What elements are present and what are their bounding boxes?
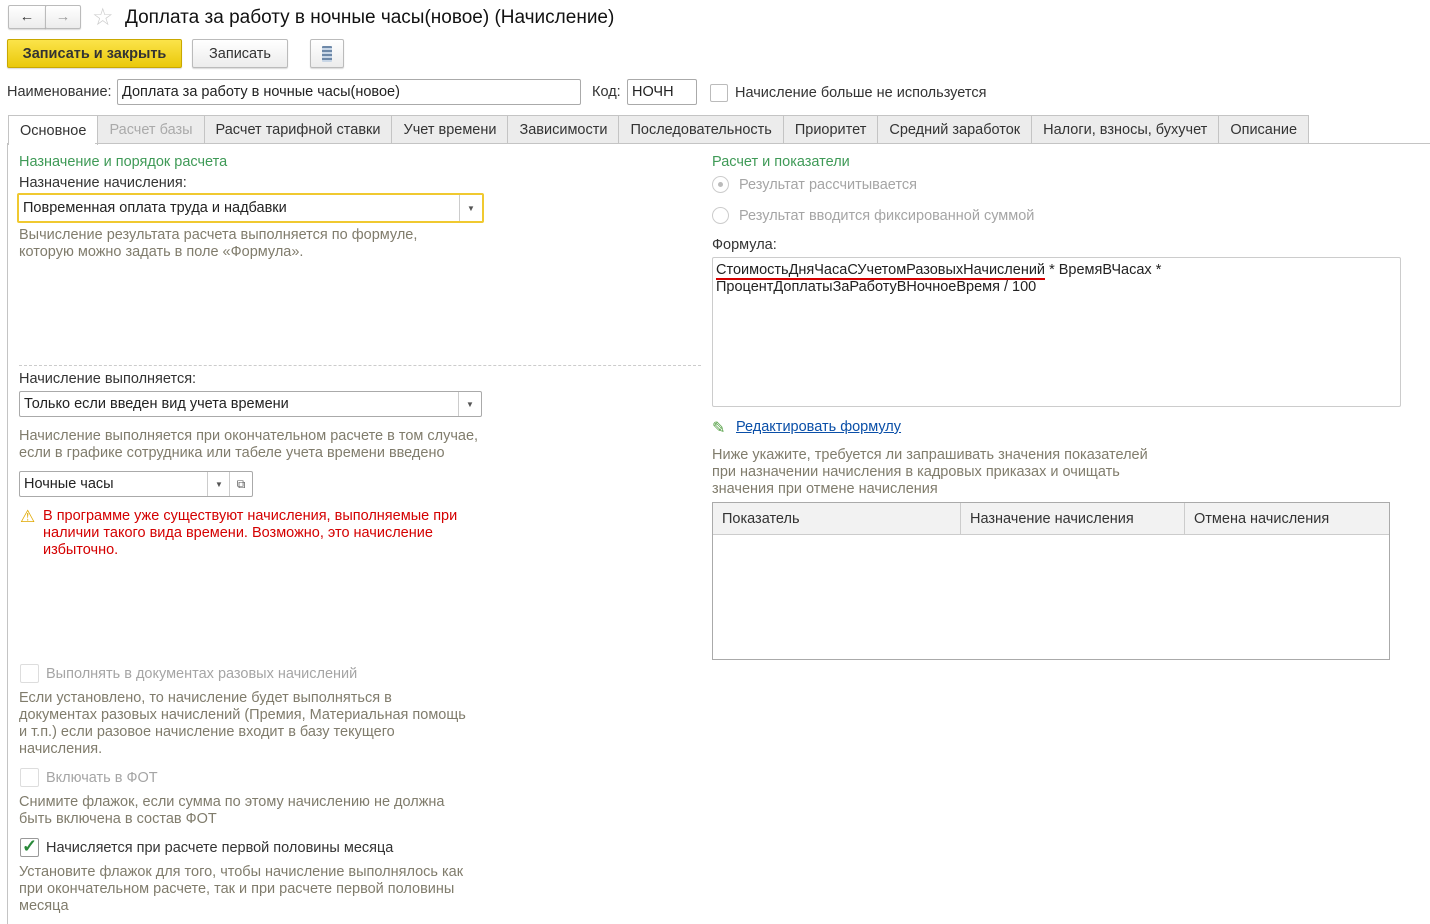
code-input[interactable]: НОЧН: [627, 79, 697, 105]
tab-tariff-rate[interactable]: Расчет тарифной ставки: [203, 115, 393, 144]
first-half-label: Начисляется при расчете первой половины …: [46, 840, 394, 856]
tab-panel-top-border: [95, 143, 1430, 144]
open-icon[interactable]: ⧉: [229, 472, 252, 496]
radio-fixed-label: Результат вводится фиксированной суммой: [739, 208, 1035, 224]
more-menu-button[interactable]: [310, 39, 344, 68]
formula-line2: ПроцентДоплатыЗаРаботуВНочноеВремя / 100: [716, 279, 1037, 295]
warning-icon: ⚠: [20, 507, 36, 526]
formula-rest: * ВремяВЧасах *: [1045, 262, 1162, 278]
indicators-hint: Ниже укажите, требуется ли запрашивать з…: [712, 447, 1148, 497]
purpose-hint: Вычисление результата расчета выполняетс…: [19, 227, 418, 260]
tab-description[interactable]: Описание: [1218, 115, 1310, 144]
column-header-cancel[interactable]: Отмена начисления: [1185, 503, 1389, 534]
name-label: Наименование:: [7, 84, 112, 100]
performed-label: Начисление выполняется:: [19, 371, 197, 387]
formula-underlined-part: СтоимостьДняЧасаСУчетомРазовыхНачислений: [716, 262, 1046, 280]
unused-checkbox[interactable]: [710, 84, 728, 102]
chevron-down-icon[interactable]: ▼: [459, 195, 482, 221]
column-header-indicator[interactable]: Показатель: [713, 503, 961, 534]
one-time-checkbox[interactable]: [20, 664, 39, 683]
formula-textarea[interactable]: СтоимостьДняЧасаСУчетомРазовыхНачислений…: [712, 257, 1401, 407]
performed-hint: Начисление выполняется при окончательном…: [19, 428, 479, 461]
purpose-value: Повременная оплата труда и надбавки: [23, 200, 287, 216]
formula-label: Формула:: [712, 237, 777, 253]
tab-priority[interactable]: Приоритет: [782, 115, 879, 144]
time-type-select[interactable]: Ночные часы ▼ ⧉: [19, 471, 253, 497]
code-label: Код:: [592, 84, 621, 100]
performed-select[interactable]: Только если введен вид учета времени ▼: [19, 391, 482, 417]
list-icon: [322, 45, 332, 62]
first-half-checkbox[interactable]: ✓: [20, 837, 39, 857]
column-header-assignment[interactable]: Назначение начисления: [961, 503, 1185, 534]
section-divider: [19, 365, 701, 366]
back-button[interactable]: ←: [8, 5, 46, 29]
tab-dependencies[interactable]: Зависимости: [507, 115, 620, 144]
indicators-table[interactable]: Показатель Назначение начисления Отмена …: [712, 502, 1390, 660]
fot-label: Включать в ФОТ: [46, 770, 158, 786]
star-icon[interactable]: ☆: [92, 3, 114, 32]
fot-checkbox[interactable]: [20, 768, 39, 787]
radio-calculated-label: Результат рассчитывается: [739, 177, 917, 193]
tab-panel-left-border: [7, 143, 8, 924]
performed-value: Только если введен вид учета времени: [24, 396, 289, 412]
unused-label: Начисление больше не используется: [735, 85, 987, 101]
one-time-hint: Если установлено, то начисление будет вы…: [19, 690, 466, 757]
radio-calculated[interactable]: [712, 176, 729, 193]
save-button[interactable]: Записать: [192, 39, 288, 68]
tab-average-earnings[interactable]: Средний заработок: [877, 115, 1033, 144]
warning-text: В программе уже существуют начисления, в…: [43, 508, 458, 558]
pencil-icon: ✎: [712, 420, 726, 437]
first-half-hint: Установите флажок для того, чтобы начисл…: [19, 864, 464, 914]
purpose-label: Назначение начисления:: [19, 175, 187, 191]
purpose-section-title: Назначение и порядок расчета: [19, 154, 228, 170]
chevron-down-icon[interactable]: ▼: [458, 392, 481, 416]
tab-base-calc[interactable]: Расчет базы: [97, 115, 205, 144]
one-time-label: Выполнять в документах разовых начислени…: [46, 666, 358, 682]
name-input[interactable]: Доплата за работу в ночные часы(новое): [117, 79, 581, 105]
time-type-value: Ночные часы: [24, 476, 114, 492]
radio-fixed[interactable]: [712, 207, 729, 224]
tab-main[interactable]: Основное: [8, 115, 99, 145]
fot-hint: Снимите флажок, если сумма по этому начи…: [19, 794, 445, 827]
window-title: Доплата за работу в ночные часы(новое) (…: [125, 7, 615, 28]
forward-button[interactable]: →: [45, 5, 81, 29]
tab-time-tracking[interactable]: Учет времени: [391, 115, 509, 144]
tab-taxes[interactable]: Налоги, взносы, бухучет: [1031, 115, 1220, 144]
purpose-select[interactable]: Повременная оплата труда и надбавки ▼: [17, 193, 484, 223]
chevron-down-icon[interactable]: ▼: [207, 472, 230, 496]
tab-bar: Основное Расчет базы Расчет тарифной ста…: [8, 115, 1310, 145]
save-and-close-button[interactable]: Записать и закрыть: [7, 39, 182, 68]
tab-sequence[interactable]: Последовательность: [618, 115, 784, 144]
edit-formula-link[interactable]: Редактировать формулу: [736, 419, 901, 435]
calc-section-title: Расчет и показатели: [712, 154, 850, 170]
